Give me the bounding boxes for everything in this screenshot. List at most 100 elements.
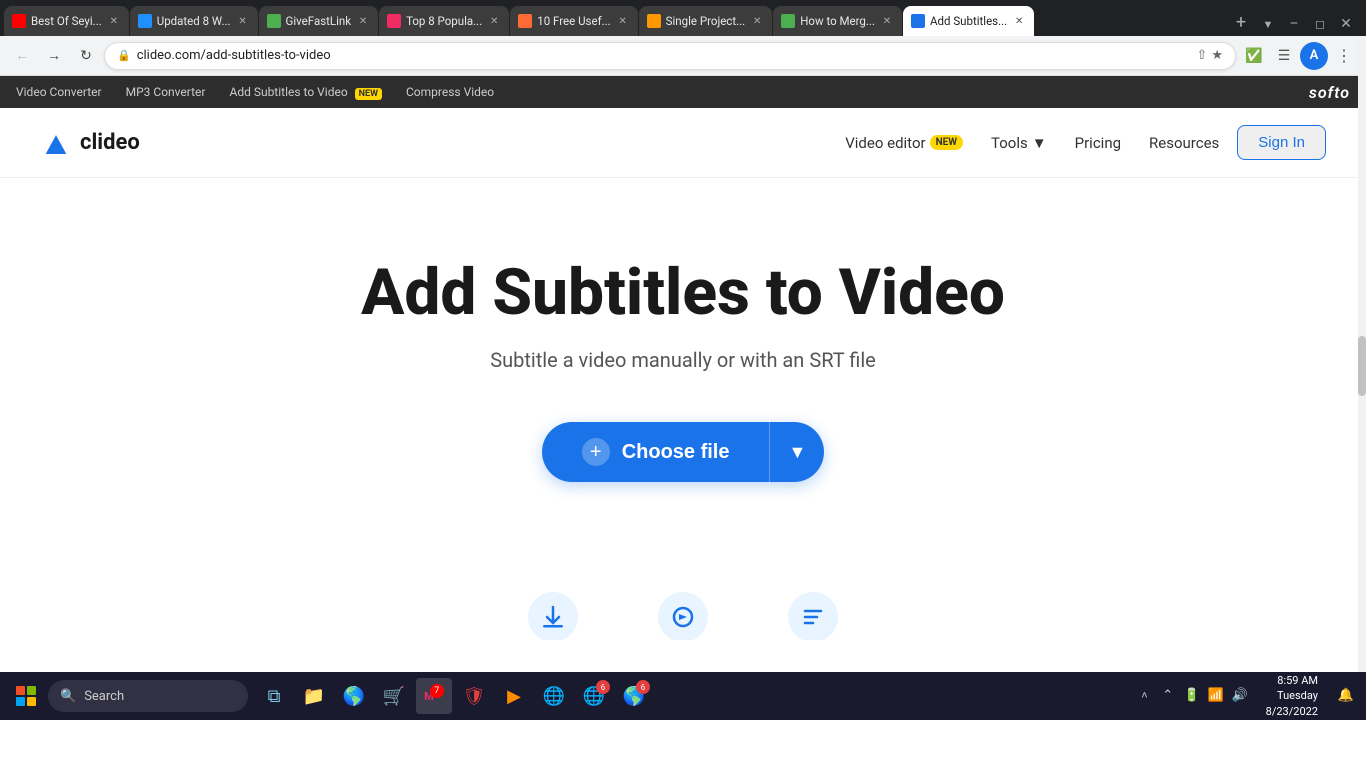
new-pill: NEW	[930, 135, 963, 150]
reload-button[interactable]: ↻	[72, 42, 100, 70]
hero-section: Add Subtitles to Video Subtitle a video …	[0, 178, 1366, 542]
softo-mp3-converter-link[interactable]: MP3 Converter	[126, 85, 206, 99]
taskbar-task-view[interactable]: ⧉	[256, 678, 292, 714]
tab-close-button[interactable]: ✕	[1012, 14, 1026, 28]
softo-bar: Video Converter MP3 Converter Add Subtit…	[0, 76, 1366, 108]
taskbar-chrome-3[interactable]: 🌎 6	[616, 678, 652, 714]
taskbar-vlc[interactable]: ▶	[496, 678, 532, 714]
volume-icon[interactable]: 🔊	[1230, 686, 1250, 706]
forward-button[interactable]: →	[40, 42, 68, 70]
section-icon-1	[528, 592, 578, 640]
extensions-icon[interactable]: ✅	[1240, 42, 1268, 70]
tab-close-button[interactable]: ✕	[750, 14, 764, 28]
new-badge: NEW	[355, 88, 382, 100]
browser-tab-bar: Best Of Seyi... ✕ Updated 8 W... ✕ GiveF…	[0, 0, 1366, 36]
taskbar-mcafee[interactable]: 🛡	[456, 678, 492, 714]
search-placeholder: Search	[84, 689, 124, 704]
nav-video-editor[interactable]: Video editor NEW	[835, 128, 973, 158]
browser-tab-tab-yt[interactable]: Best Of Seyi... ✕	[4, 6, 129, 36]
clock-date: 8/23/2022	[1266, 704, 1318, 719]
maximize-button[interactable]: ◻	[1308, 12, 1332, 36]
tab-favicon	[518, 14, 532, 28]
tab-close-button[interactable]: ✕	[107, 14, 121, 28]
tab-close-button[interactable]: ✕	[236, 14, 250, 28]
browser-tab-tab-10free[interactable]: 10 Free Usef... ✕	[510, 6, 637, 36]
browser-menu-button[interactable]: ⋮	[1330, 42, 1358, 70]
nav-resources[interactable]: Resources	[1139, 128, 1229, 158]
taskbar-icons: ⧉ 📁 🌎 🛒 M 7 🛡 ▶ 🌐 🌐 6 🌎 6	[256, 678, 652, 714]
windows-logo-icon	[16, 686, 36, 706]
new-tab-button[interactable]: +	[1227, 8, 1255, 36]
taskbar-monday[interactable]: M 7	[416, 678, 452, 714]
tab-favicon	[138, 14, 152, 28]
start-button[interactable]	[8, 678, 44, 714]
tab-favicon	[647, 14, 661, 28]
sidebar-icon[interactable]: ☰	[1270, 42, 1298, 70]
taskbar-chrome-2[interactable]: 🌐 6	[576, 678, 612, 714]
minimize-button[interactable]: –	[1282, 12, 1306, 36]
tab-close-button[interactable]: ✕	[487, 14, 501, 28]
section-icon-2	[658, 592, 708, 640]
tab-label: How to Merg...	[800, 14, 875, 28]
browser-tab-tab-single[interactable]: Single Project... ✕	[639, 6, 773, 36]
sign-in-button[interactable]: Sign In	[1237, 125, 1326, 160]
softo-brand: softo	[1309, 83, 1350, 102]
browser-tab-tab-give[interactable]: GiveFastLink ✕	[259, 6, 379, 36]
hero-title: Add Subtitles to Video	[361, 258, 1005, 328]
address-bar[interactable]: 🔒 clideo.com/add-subtitles-to-video ⇧ ★	[104, 42, 1236, 70]
chevron-down-icon: ▼	[788, 442, 806, 463]
section-icon-3	[788, 592, 838, 640]
site-header: clideo Video editor NEW Tools ▼ Pricing …	[0, 108, 1366, 178]
window-controls: ▼ – ◻ ✕	[1256, 12, 1366, 36]
nav-tools[interactable]: Tools ▼	[981, 128, 1057, 158]
share-icon[interactable]: ⇧	[1196, 48, 1207, 63]
taskbar-right: ˄ ⌃ 🔋 📶 🔊 8:59 AM Tuesday 8/23/2022 🔔	[1139, 673, 1358, 719]
system-tray-icons: ⌃ 🔋 📶 🔊	[1158, 686, 1250, 706]
choose-file-dropdown-button[interactable]: ▼	[769, 422, 824, 482]
choose-file-button[interactable]: + Choose file	[542, 422, 770, 482]
notification-button[interactable]: 🔔	[1334, 684, 1358, 708]
tab-favicon	[387, 14, 401, 28]
taskbar-chrome[interactable]: 🌐	[536, 678, 572, 714]
logo-text[interactable]: clideo	[80, 130, 140, 155]
softo-compress-video-link[interactable]: Compress Video	[406, 85, 494, 99]
clideo-logo-icon	[40, 127, 72, 159]
logo: clideo	[40, 127, 140, 159]
tab-close-button[interactable]: ✕	[356, 14, 370, 28]
taskbar-edge[interactable]: 🌎	[336, 678, 372, 714]
back-button[interactable]: ←	[8, 42, 36, 70]
taskbar-search[interactable]: 🔍 Search	[48, 680, 248, 712]
tab-label: Single Project...	[666, 14, 746, 28]
network-icon[interactable]: 📶	[1206, 686, 1226, 706]
scrollbar[interactable]	[1358, 36, 1366, 672]
tab-close-button[interactable]: ✕	[616, 14, 630, 28]
taskbar-store[interactable]: 🛒	[376, 678, 412, 714]
tab-close-button[interactable]: ✕	[880, 14, 894, 28]
nav-pricing[interactable]: Pricing	[1065, 128, 1131, 158]
browser-tab-tab-updated[interactable]: Updated 8 W... ✕	[130, 6, 258, 36]
profile-button[interactable]: A	[1300, 42, 1328, 70]
browser-tab-tab-merge[interactable]: How to Merg... ✕	[773, 6, 902, 36]
taskbar-file-explorer[interactable]: 📁	[296, 678, 332, 714]
tab-favicon	[911, 14, 925, 28]
tab-label: Top 8 Popula...	[406, 14, 482, 28]
softo-video-converter-link[interactable]: Video Converter	[16, 85, 102, 99]
browser-tab-tab-monday[interactable]: Top 8 Popula... ✕	[379, 6, 509, 36]
toolbar-right: ✅ ☰ A ⋮	[1240, 42, 1358, 70]
close-window-button[interactable]: ✕	[1334, 12, 1358, 36]
security-lock-icon: 🔒	[117, 49, 131, 62]
scrollbar-thumb[interactable]	[1358, 336, 1366, 396]
header-nav: Video editor NEW Tools ▼ Pricing Resourc…	[835, 125, 1326, 160]
keyboard-icon[interactable]: ⌃	[1158, 686, 1178, 706]
battery-icon[interactable]: 🔋	[1182, 686, 1202, 706]
system-clock[interactable]: 8:59 AM Tuesday 8/23/2022	[1258, 673, 1326, 719]
plus-icon: +	[582, 438, 610, 466]
chevron-down-icon: ▼	[1032, 134, 1047, 152]
show-hidden-icons[interactable]: ˄	[1139, 689, 1149, 702]
browser-tab-tab-clideo[interactable]: Add Subtitles... ✕	[903, 6, 1034, 36]
tab-list-button[interactable]: ▼	[1256, 12, 1280, 36]
softo-add-subtitles-link[interactable]: Add Subtitles to Video NEW	[229, 85, 381, 99]
url-text[interactable]: clideo.com/add-subtitles-to-video	[137, 48, 1191, 63]
bookmark-icon[interactable]: ★	[1211, 48, 1223, 63]
system-taskbar: 🔍 Search ⧉ 📁 🌎 🛒 M 7 🛡 ▶ 🌐 🌐 6 🌎 6 ˄ ⌃ 🔋…	[0, 672, 1366, 720]
